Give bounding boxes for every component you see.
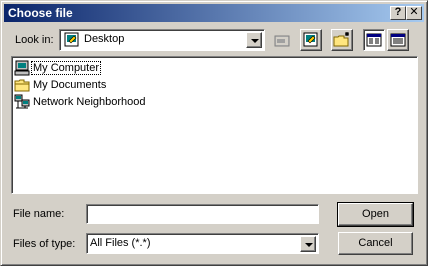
folder-icon — [14, 77, 30, 93]
look-in-value: Desktop — [84, 33, 125, 45]
desktop-icon — [303, 32, 318, 47]
file-name-input[interactable] — [86, 204, 319, 224]
list-item[interactable]: Network Neighborhood — [14, 94, 147, 110]
file-type-label: Files of type: — [13, 238, 76, 250]
up-one-level-button[interactable] — [271, 29, 293, 51]
title-bar[interactable]: Choose file ? ✕ — [4, 4, 424, 22]
list-view-button[interactable] — [363, 29, 385, 51]
close-button[interactable]: ✕ — [406, 6, 422, 20]
up-folder-icon — [274, 35, 290, 47]
list-item[interactable]: My Documents — [14, 77, 107, 93]
list-item-label: My Computer — [30, 61, 102, 75]
look-in-arrow-button[interactable] — [246, 32, 262, 48]
details-view-icon — [390, 33, 406, 47]
look-in-label: Look in: — [15, 34, 54, 46]
list-item[interactable]: My Computer — [14, 60, 102, 76]
open-button[interactable]: Open — [337, 202, 414, 227]
desktop-button[interactable] — [300, 29, 322, 51]
look-in-dropdown[interactable]: Desktop — [59, 29, 265, 51]
list-view-icon — [366, 33, 382, 47]
network-icon — [14, 94, 30, 110]
chevron-down-icon — [251, 39, 259, 43]
file-type-value: All Files (*.*) — [90, 237, 151, 249]
details-view-button[interactable] — [387, 29, 409, 51]
create-new-folder-button[interactable] — [331, 29, 353, 51]
cancel-button[interactable]: Cancel — [338, 232, 413, 255]
file-list[interactable]: My Computer My Documents Network Neighbo… — [11, 56, 418, 194]
computer-icon — [14, 60, 30, 76]
help-button[interactable]: ? — [390, 6, 406, 20]
list-item-label: My Documents — [33, 79, 107, 91]
file-type-dropdown[interactable]: All Files (*.*) — [86, 233, 319, 254]
dialog-title: Choose file — [8, 6, 73, 20]
chevron-down-icon — [305, 243, 313, 247]
desktop-icon — [64, 32, 80, 48]
new-folder-icon — [333, 32, 349, 47]
file-name-label: File name: — [13, 208, 65, 220]
file-dialog: Choose file ? ✕ Look in: Desktop My Comp… — [0, 0, 428, 266]
list-item-label: Network Neighborhood — [33, 96, 146, 108]
file-type-arrow-button[interactable] — [300, 236, 316, 252]
